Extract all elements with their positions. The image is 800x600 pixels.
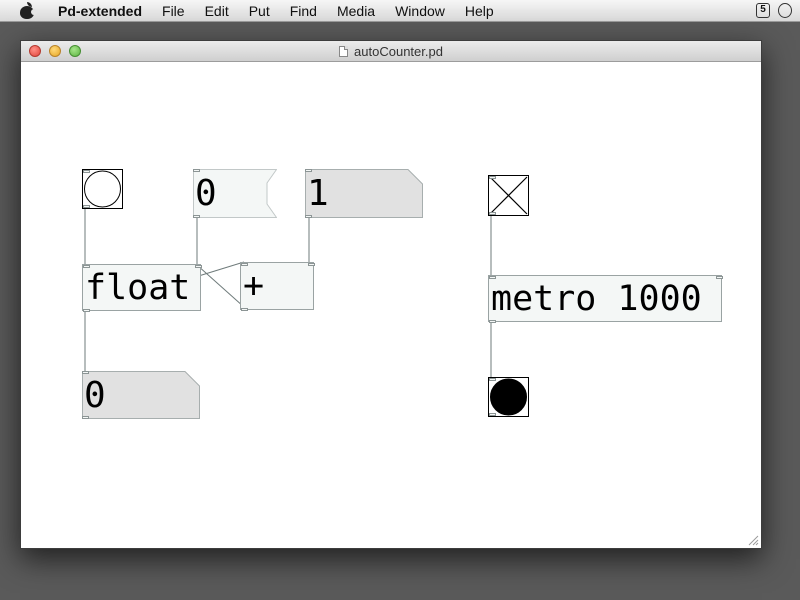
metro-object[interactable]: metro 1000 [488,275,723,323]
inlet-port[interactable] [83,170,90,173]
outlet-port[interactable] [489,212,496,215]
number-box-one-value: 1 [307,173,329,214]
menu-file[interactable]: File [152,0,195,22]
float-object[interactable]: float [82,264,202,312]
metro-object-label: metro 1000 [491,278,702,319]
outlet-port[interactable] [305,215,312,218]
menu-media[interactable]: Media [327,0,385,22]
cord-plus-to-float [196,264,245,308]
number-box-one[interactable]: 1 [305,169,423,218]
menu-find[interactable]: Find [280,0,327,22]
inlet-port[interactable] [82,371,89,374]
outlet-port[interactable] [489,413,496,416]
inlet-right-port[interactable] [308,263,315,266]
menu-edit[interactable]: Edit [195,0,239,22]
menu-window[interactable]: Window [385,0,455,22]
document-icon [339,45,349,57]
resize-grip-icon[interactable] [747,534,759,546]
inlet-left-port[interactable] [241,263,248,266]
menu-put[interactable]: Put [239,0,280,22]
number-box-output[interactable]: 0 [82,371,200,419]
message-box-zero[interactable]: 0 [193,169,277,218]
outlet-port[interactable] [83,205,90,208]
inlet-port[interactable] [305,169,312,172]
window-titlebar[interactable]: autoCounter.pd [21,41,761,62]
number-box-output-value: 0 [84,374,106,416]
inlet-right-port[interactable] [716,276,723,279]
window-title-text: autoCounter.pd [354,43,443,59]
plus-object[interactable]: + [240,262,315,311]
outlet-port[interactable] [82,416,89,419]
inlet-port[interactable] [193,169,200,172]
window-title: autoCounter.pd [21,41,761,61]
menu-help[interactable]: Help [455,0,504,22]
bang-right[interactable] [488,377,529,417]
plus-object-label: + [243,266,265,306]
float-object-label: float [85,267,191,308]
status-menu-icon[interactable]: 5 [756,3,770,18]
inlet-port[interactable] [489,176,496,179]
inlet-left-port[interactable] [489,276,496,279]
toggle-checked[interactable] [488,175,529,216]
outlet-port[interactable] [489,320,496,323]
menu-bar: Pd-extended File Edit Put Find Media Win… [0,0,800,22]
outlet-port[interactable] [241,308,248,311]
menu-app-name[interactable]: Pd-extended [48,0,152,22]
message-box-zero-label: 0 [195,173,217,214]
status-user-icon[interactable] [778,3,792,18]
toggle-x-icon [489,176,528,215]
apple-logo-icon[interactable] [20,1,37,19]
inlet-port[interactable] [489,378,496,381]
bang-left[interactable] [82,169,123,209]
inlet-right-port[interactable] [195,265,202,268]
patch-canvas[interactable]: 0 1 float + 0 metro 1000 [21,62,761,548]
inlet-left-port[interactable] [83,265,90,268]
outlet-port[interactable] [83,309,90,312]
outlet-port[interactable] [193,215,200,218]
patch-window: autoCounter.pd 0 1 float + 0 metro 1000 [20,40,762,549]
